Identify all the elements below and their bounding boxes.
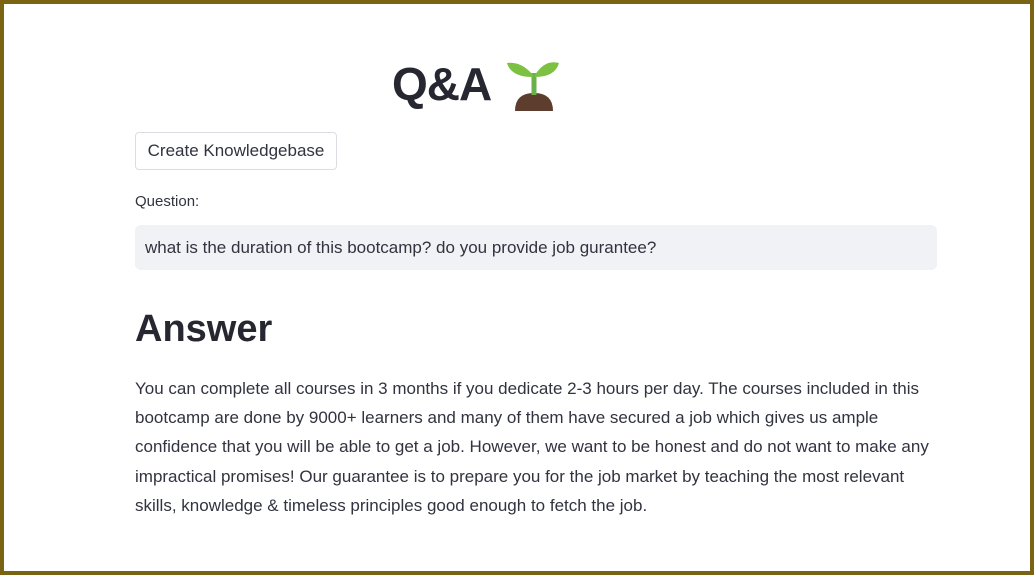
page-title: Q&A: [392, 58, 492, 110]
answer-heading: Answer: [135, 308, 273, 350]
app-frame: Q&A Create Knowledgebase Question: Answe…: [0, 0, 1034, 575]
question-label: Question:: [135, 193, 200, 210]
answer-text: You can complete all courses in 3 months…: [135, 379, 929, 515]
seedling-icon: [507, 62, 560, 111]
question-input[interactable]: [135, 225, 937, 270]
create-knowledgebase-button[interactable]: Create Knowledgebase: [135, 132, 337, 170]
page-header: Q&A: [392, 54, 561, 114]
